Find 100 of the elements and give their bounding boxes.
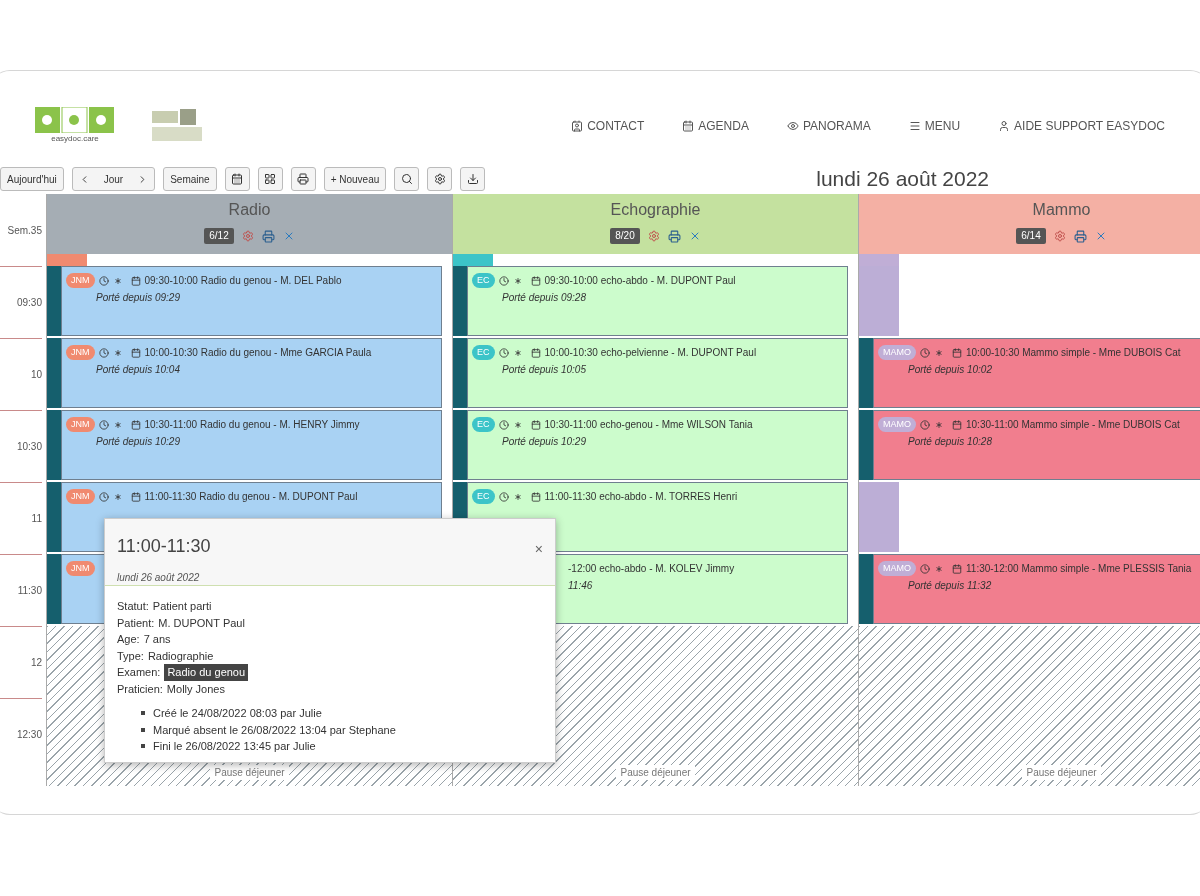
closed-label: Pause déjeuner (210, 765, 289, 780)
toolbar-icon-button[interactable] (427, 167, 453, 191)
appointment-card[interactable]: EC 09:30-10:00 echo-abdo - M. DUPONT Paul Porté depuis 09:28 (467, 266, 848, 336)
bullet-icon (141, 711, 145, 716)
history-entry: Marqué absent le 26/08/2022 13:04 par Stephane (153, 722, 396, 738)
appointment-title: 10:00-10:30 Radio du genou - Mme GARCIA Paula (144, 346, 372, 360)
practitioner-badge: EC (472, 417, 495, 432)
printer-icon[interactable] (667, 229, 681, 243)
calendar-icon (530, 419, 541, 430)
appointment-card[interactable]: MAMO 10:00-10:30 Mammo simple - Mme DUBOIS Cat Porté depuis 10:02 (873, 338, 1200, 408)
nav-link[interactable]: MENU (908, 117, 961, 135)
toolbar-icon-button[interactable] (224, 167, 250, 191)
calendar-icon (130, 491, 141, 502)
day-pager-button[interactable]: Jour (71, 167, 156, 191)
practitioner-badge: JNM (66, 345, 95, 360)
toolbar-button[interactable]: Aujourd'hui (0, 167, 64, 191)
printer-icon[interactable] (261, 229, 275, 243)
nav-link[interactable]: CONTACT (571, 117, 645, 135)
appointment-title: 09:30-10:00 echo-abdo - M. DUPONT Paul (544, 274, 736, 288)
asterisk-icon (112, 419, 123, 430)
toolbar-button[interactable]: Semaine (163, 167, 217, 191)
asterisk-icon (512, 419, 523, 430)
field-value: 7 ans (143, 632, 171, 647)
event-marker (453, 410, 467, 480)
calendar-icon (130, 275, 141, 286)
calendar-icon (530, 275, 541, 286)
field-value: Molly Jones (166, 681, 225, 697)
settings-icon (433, 173, 446, 185)
nav-link[interactable]: AGENDA (682, 117, 749, 135)
week-number: Sem.35 (7, 223, 42, 238)
appointment-card[interactable]: MAMO 11:30-12:00 Mammo simple - Mme PLESSIS Tania Porté depuis 11:32 (873, 554, 1200, 624)
calendar-icon (682, 120, 695, 132)
toolbar-icon-button[interactable] (460, 167, 486, 191)
event-marker (453, 266, 467, 336)
appointment-card[interactable]: EC 10:00-10:30 echo-pelvienne - M. DUPONT Paul Porté depuis 10:05 (467, 338, 848, 408)
clock-icon (920, 419, 930, 430)
appointment-note: Porté depuis 10:28 (908, 436, 992, 447)
event-marker (47, 266, 61, 336)
bullet-icon (141, 744, 145, 749)
field-value: Patient parti (152, 599, 212, 614)
appointment-title: 10:30-11:00 Mammo simple - Mme DUBOIS Cat (966, 418, 1180, 432)
calendar-icon (130, 347, 141, 358)
count-badge: 8/20 (610, 228, 640, 244)
appointment-card[interactable]: JNM 10:00-10:30 Radio du genou - Mme GARCIA Paula Porté depuis 10:04 (61, 338, 442, 408)
field-value: M. DUPONT Paul (158, 615, 245, 631)
event-marker (47, 482, 61, 552)
time-label: 10 (30, 368, 42, 382)
menu-icon (908, 120, 921, 132)
appointment-note: 11:46 (568, 580, 593, 591)
toolbar-icon-button[interactable] (394, 167, 420, 191)
asterisk-icon (934, 347, 944, 358)
toolbar-button[interactable]: + Nouveau (323, 167, 387, 191)
practitioner-badge: MAMO (878, 345, 916, 360)
event-marker (47, 554, 61, 624)
time-label: 10:30 (16, 440, 42, 454)
toolbar-icon-button[interactable] (290, 167, 316, 191)
clock-icon (498, 491, 509, 502)
settings-icon[interactable] (1053, 230, 1066, 242)
asterisk-icon (112, 275, 123, 286)
clock-icon (98, 275, 109, 286)
calendar-icon (952, 419, 962, 430)
practitioner-badge: JNM (66, 417, 95, 432)
settings-icon[interactable] (647, 230, 660, 242)
event-marker (859, 338, 873, 408)
field-label: Examen: (117, 665, 161, 680)
clock-icon (98, 347, 109, 358)
calendar-icon (952, 347, 962, 358)
nav-link[interactable]: PANORAMA (786, 117, 871, 135)
field-label: Patient: (117, 615, 155, 631)
asterisk-icon (934, 563, 944, 574)
field-value: Radiographie (147, 648, 214, 664)
bullet-icon (141, 727, 145, 732)
appointment-title: 10:30-11:00 echo-genou - Mme WILSON Tania (544, 418, 753, 432)
appointment-card[interactable]: MAMO 10:30-11:00 Mammo simple - Mme DUBOIS Cat Porté depuis 10:28 (873, 410, 1200, 480)
printer-icon[interactable] (1073, 229, 1087, 243)
nav-link[interactable]: AIDE SUPPORT EASYDOC (998, 117, 1165, 135)
appointment-note: Porté depuis 10:29 (502, 436, 586, 447)
appointment-note: Porté depuis 09:29 (96, 292, 180, 303)
history-entry: Créé le 24/08/2022 08:03 par Julie (153, 706, 322, 721)
appointment-card[interactable]: JNM 10:30-11:00 Radio du genou - M. HENRY Jimmy Porté depuis 10:29 (61, 410, 442, 480)
calendar-icon (530, 347, 541, 358)
time-label: 09:30 (16, 296, 42, 310)
asterisk-icon (512, 491, 523, 502)
appointment-card[interactable]: EC 10:30-11:00 echo-genou - Mme WILSON Tania Porté depuis 10:29 (467, 410, 848, 480)
clock-icon (98, 491, 109, 502)
field-label: Praticien: (117, 681, 163, 697)
asterisk-icon (934, 419, 944, 430)
clock-icon (98, 419, 109, 430)
time-label: 11:30 (17, 584, 42, 598)
appointment-card[interactable]: JNM 09:30-10:00 Radio du genou - M. DEL Pablo Porté depuis 09:29 (61, 266, 442, 336)
appointment-title: 10:00-10:30 echo-pelvienne - M. DUPONT Paul (544, 346, 757, 360)
eye-icon (786, 120, 799, 132)
blocked-slot (859, 266, 899, 336)
toolbar-icon-button[interactable] (257, 167, 283, 191)
time-label: 12 (30, 656, 42, 670)
user-icon (998, 120, 1011, 132)
column-title: Mammo (1032, 200, 1091, 220)
appointment-note: Porté depuis 10:04 (96, 364, 180, 375)
settings-icon[interactable] (241, 230, 254, 242)
practitioner-badge: JNM (66, 489, 95, 504)
